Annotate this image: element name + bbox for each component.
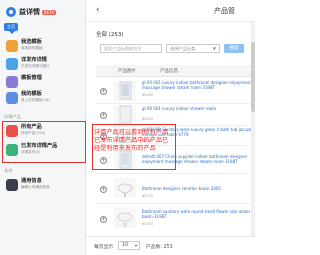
nav-subtitle: 我选择的模板 bbox=[21, 46, 43, 50]
beta-badge: BETA bbox=[42, 9, 57, 15]
product-title[interactable]: Bathroom sanitary ware round small flowe… bbox=[142, 209, 255, 219]
table-row[interactable]: + gl 00 001 luxury indoor shower room ¥0… bbox=[96, 104, 255, 126]
product-count: 全部 (253) bbox=[96, 32, 124, 38]
scrollbar-thumb[interactable] bbox=[251, 42, 255, 112]
nav-subtitle: 我上传的模板(16) bbox=[21, 98, 50, 102]
nav-title: 详发布详情 bbox=[21, 57, 47, 63]
product-price: ¥0.00 bbox=[142, 92, 153, 97]
add-icon[interactable]: + bbox=[100, 112, 107, 119]
product-title[interactable]: gl 00 001 luxury indoor bathroom designe… bbox=[142, 80, 255, 90]
section-label-other: 其他 bbox=[4, 168, 13, 173]
app-window: 益详情 BETA 主页 我选模板 我选择的模板 详发布详情 已发布详情与图片 模… bbox=[0, 0, 255, 255]
basin-icon bbox=[114, 208, 136, 228]
column-header-info: 产品信息 bbox=[160, 69, 178, 74]
nav-title: 模板管理 bbox=[21, 75, 42, 81]
scrollbar[interactable] bbox=[251, 22, 255, 236]
home-tooltip: 主页 bbox=[4, 23, 18, 34]
shower-cabin-icon bbox=[114, 105, 136, 125]
grid-icon bbox=[6, 40, 18, 52]
sidebar-item-general-info[interactable]: 通用信息 编辑公司通用信息 bbox=[2, 178, 84, 191]
category-select-value: 选择产品分类 bbox=[170, 46, 196, 51]
chevron-down-icon: ▼ bbox=[212, 46, 216, 51]
basin-icon bbox=[114, 178, 136, 198]
category-select[interactable]: 选择产品分类 ▼ bbox=[166, 44, 220, 53]
search-button[interactable]: 搜索 bbox=[224, 44, 244, 53]
nav-subtitle: 编辑公司通用信息 bbox=[21, 185, 50, 189]
user-template-icon bbox=[6, 92, 18, 104]
product-price: ¥0.00 bbox=[142, 116, 153, 121]
section-label-products: 详情产品 bbox=[4, 114, 21, 119]
nav-title: 通用信息 bbox=[21, 178, 42, 184]
product-title[interactable]: Bathroom designer ceramic basin 3405 bbox=[142, 186, 255, 192]
top-bar: ‹ 产品管 bbox=[86, 0, 255, 22]
per-page-label: 每页显示 bbox=[94, 245, 114, 250]
table-row[interactable]: + gl 00 001 luxury indoor bathroom desig… bbox=[96, 78, 255, 104]
highlight-box-sidebar bbox=[2, 121, 86, 163]
sidebar-item-template-management[interactable]: 模板管理 bbox=[2, 75, 84, 88]
table-header: 产品图片 产品信息 bbox=[96, 65, 255, 77]
product-price: ¥0.00 bbox=[142, 221, 153, 226]
sidebar-item-my-templates[interactable]: 我的模板 我上传的模板(16) bbox=[2, 91, 84, 104]
per-page-value: 10 bbox=[122, 243, 129, 248]
search-input[interactable]: 搜索产品标题或货号 bbox=[100, 44, 162, 53]
column-header-image: 产品图片 bbox=[118, 69, 136, 74]
add-icon[interactable]: + bbox=[100, 216, 107, 223]
brand[interactable]: 益详情 BETA bbox=[6, 5, 84, 19]
sidebar-item-selected-templates[interactable]: 我选模板 我选择的模板 bbox=[2, 39, 84, 52]
chevron-down-icon: ▾ bbox=[134, 243, 137, 248]
table-row[interactable]: + Bathroom sanitary ware round small flo… bbox=[96, 204, 255, 234]
per-page-select[interactable]: 10 ▾ bbox=[118, 241, 140, 250]
annotation-note: 详情产品可以看到所有产品 已发布详情产品中的产品已经是利用来发布的产品 bbox=[94, 129, 169, 152]
shower-cabin-icon bbox=[114, 81, 136, 101]
page-title: 产品管 bbox=[214, 7, 235, 15]
app-name: 益详情 bbox=[19, 8, 40, 16]
product-title[interactable]: gl 00 001 luxury indoor shower room bbox=[142, 106, 255, 116]
nav-title: 我的模板 bbox=[21, 91, 42, 97]
info-icon bbox=[6, 179, 18, 191]
nav-subtitle: 已发布详情与图片 bbox=[21, 64, 50, 68]
layout-icon bbox=[6, 76, 18, 88]
product-price: ¥0.00 bbox=[142, 193, 153, 198]
sidebar-item-published-details[interactable]: 详发布详情 已发布详情与图片 bbox=[2, 57, 84, 70]
add-icon[interactable]: + bbox=[100, 186, 107, 193]
logo-icon bbox=[6, 7, 16, 17]
document-icon bbox=[6, 58, 18, 70]
total-count: 产品数: 253 bbox=[146, 245, 173, 250]
back-button[interactable]: ‹ bbox=[96, 6, 100, 15]
table-row[interactable]: + Bathroom designer ceramic basin 3405 ¥… bbox=[96, 174, 255, 204]
nav-title: 我选模板 bbox=[21, 39, 42, 45]
pagination-footer: 每页显示 10 ▾ 产品数: 253 bbox=[86, 236, 255, 255]
add-icon[interactable]: + bbox=[100, 88, 107, 95]
